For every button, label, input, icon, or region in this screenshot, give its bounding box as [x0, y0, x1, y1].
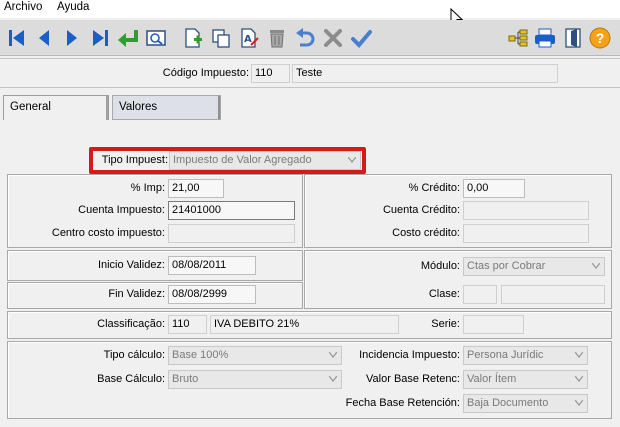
- previous-record-icon: [39, 30, 49, 46]
- clase-code-field[interactable]: [463, 285, 497, 304]
- next-record-icon: [67, 30, 77, 46]
- modulo-value: Ctas por Cobrar: [467, 260, 546, 272]
- menu-ayuda[interactable]: Ayuda: [57, 0, 89, 16]
- fecha-base-retencion-value: Baja Documento: [467, 397, 549, 409]
- confirm-icon: [351, 30, 372, 48]
- edit-document-icon: A: [241, 28, 259, 48]
- highlight-box: [89, 147, 366, 174]
- delete-icon: [270, 30, 284, 48]
- confirm-button[interactable]: [348, 25, 374, 51]
- previous-record-button[interactable]: [31, 25, 57, 51]
- codigo-impuesto-label: Código Impuesto:: [162, 67, 249, 79]
- fecha-base-retencion-label: Fecha Base Retención:: [345, 397, 460, 409]
- serie-field[interactable]: [463, 315, 524, 334]
- chevron-down-icon: [592, 263, 600, 269]
- help-button[interactable]: ?: [587, 25, 613, 51]
- centro-costo-field[interactable]: [168, 224, 295, 243]
- credito-label: % Crédito:: [408, 182, 460, 194]
- fin-validez-field[interactable]: 08/08/2999: [168, 285, 256, 304]
- incidencia-impuesto-value: Persona Jurídic: [467, 349, 544, 361]
- chevron-down-icon: [575, 352, 583, 358]
- enter-icon: [118, 30, 138, 47]
- undo-icon: [296, 28, 315, 47]
- centro-costo-label: Centro costo impuesto:: [51, 227, 165, 239]
- cancel-button[interactable]: [320, 25, 346, 51]
- svg-text:?: ?: [596, 30, 605, 46]
- codigo-impuesto-field[interactable]: 110: [251, 64, 290, 83]
- new-document-button[interactable]: [180, 25, 206, 51]
- incidencia-impuesto-label: Incidencia Impuesto:: [359, 349, 460, 361]
- delete-button[interactable]: [264, 25, 290, 51]
- chevron-down-icon: [575, 376, 583, 382]
- base-calculo-label: Base Cálculo:: [97, 373, 165, 385]
- cuenta-credito-field[interactable]: [463, 201, 589, 220]
- fin-validez-label: Fin Validez:: [108, 288, 165, 300]
- modulo-label: Módulo:: [420, 260, 460, 272]
- tree-icon: [508, 29, 528, 47]
- inicio-validez-label: Inicio Validez:: [97, 259, 165, 271]
- header-separator-top: [0, 58, 620, 59]
- enter-button[interactable]: [115, 25, 141, 51]
- valor-base-retenc-select[interactable]: Valor Ítem: [463, 370, 588, 389]
- chevron-down-icon: [575, 400, 583, 406]
- costo-credito-label: Costo crédito:: [392, 227, 460, 239]
- tipo-calculo-select[interactable]: Base 100%: [168, 346, 342, 365]
- last-record-button[interactable]: [87, 25, 113, 51]
- valor-base-retenc-label: Valor Base Retenc:: [366, 373, 460, 385]
- incidencia-impuesto-select[interactable]: Persona Jurídic: [463, 346, 588, 365]
- print-button[interactable]: [532, 25, 558, 51]
- copy-button[interactable]: [208, 25, 234, 51]
- last-record-icon: [93, 30, 108, 46]
- print-icon: [535, 28, 555, 48]
- new-document-icon: [185, 28, 202, 48]
- tree-button[interactable]: [505, 25, 531, 51]
- search-button[interactable]: [143, 25, 169, 51]
- undo-button[interactable]: [292, 25, 318, 51]
- modulo-select[interactable]: Ctas por Cobrar: [463, 257, 605, 276]
- tipo-calculo-label: Tipo cálculo:: [103, 349, 165, 361]
- clase-description-field[interactable]: [501, 285, 605, 304]
- clase-label: Clase:: [428, 288, 460, 300]
- tab-general[interactable]: General: [3, 95, 109, 120]
- valor-base-retenc-value: Valor Ítem: [467, 373, 517, 385]
- next-record-button[interactable]: [59, 25, 85, 51]
- imp-label: % Imp:: [130, 182, 165, 194]
- cuenta-credito-label: Cuenta Crédito:: [382, 204, 460, 216]
- first-record-icon: [9, 30, 24, 46]
- toolbar: A ?: [0, 20, 620, 56]
- search-icon: [146, 30, 166, 46]
- base-calculo-select[interactable]: Bruto: [168, 370, 342, 389]
- copy-icon: [212, 29, 230, 48]
- cuenta-impuesto-label: Cuenta Impuesto:: [78, 204, 165, 216]
- cancel-icon: [324, 29, 342, 47]
- serie-label: Serie:: [431, 318, 460, 330]
- svg-text:A: A: [244, 34, 252, 45]
- classificacao-code-field[interactable]: 110: [168, 315, 207, 334]
- fecha-base-retencion-select[interactable]: Baja Documento: [463, 394, 588, 413]
- header-separator-bottom: [0, 87, 620, 88]
- menu-archivo[interactable]: Archivo: [4, 0, 42, 16]
- credito-field[interactable]: 0,00: [463, 179, 525, 198]
- imp-field[interactable]: 21,00: [168, 179, 224, 198]
- costo-credito-field[interactable]: [463, 224, 589, 243]
- exit-button[interactable]: [560, 25, 586, 51]
- exit-icon: [565, 28, 581, 48]
- menu-bar: Archivo Ayuda: [0, 0, 620, 18]
- inicio-validez-field[interactable]: 08/08/2011: [168, 256, 256, 275]
- help-icon: ?: [589, 27, 611, 49]
- impuesto-name-field[interactable]: Teste: [292, 64, 558, 83]
- tipo-calculo-value: Base 100%: [172, 349, 229, 361]
- edit-document-button[interactable]: A: [236, 25, 262, 51]
- base-calculo-value: Bruto: [172, 373, 199, 385]
- first-record-button[interactable]: [4, 25, 30, 51]
- classificacao-description-field[interactable]: IVA DEBITO 21%: [210, 315, 399, 334]
- classificacao-label: Classificação:: [97, 318, 165, 330]
- tab-valores[interactable]: Valores: [112, 95, 221, 120]
- cuenta-impuesto-field[interactable]: 21401000: [168, 201, 295, 220]
